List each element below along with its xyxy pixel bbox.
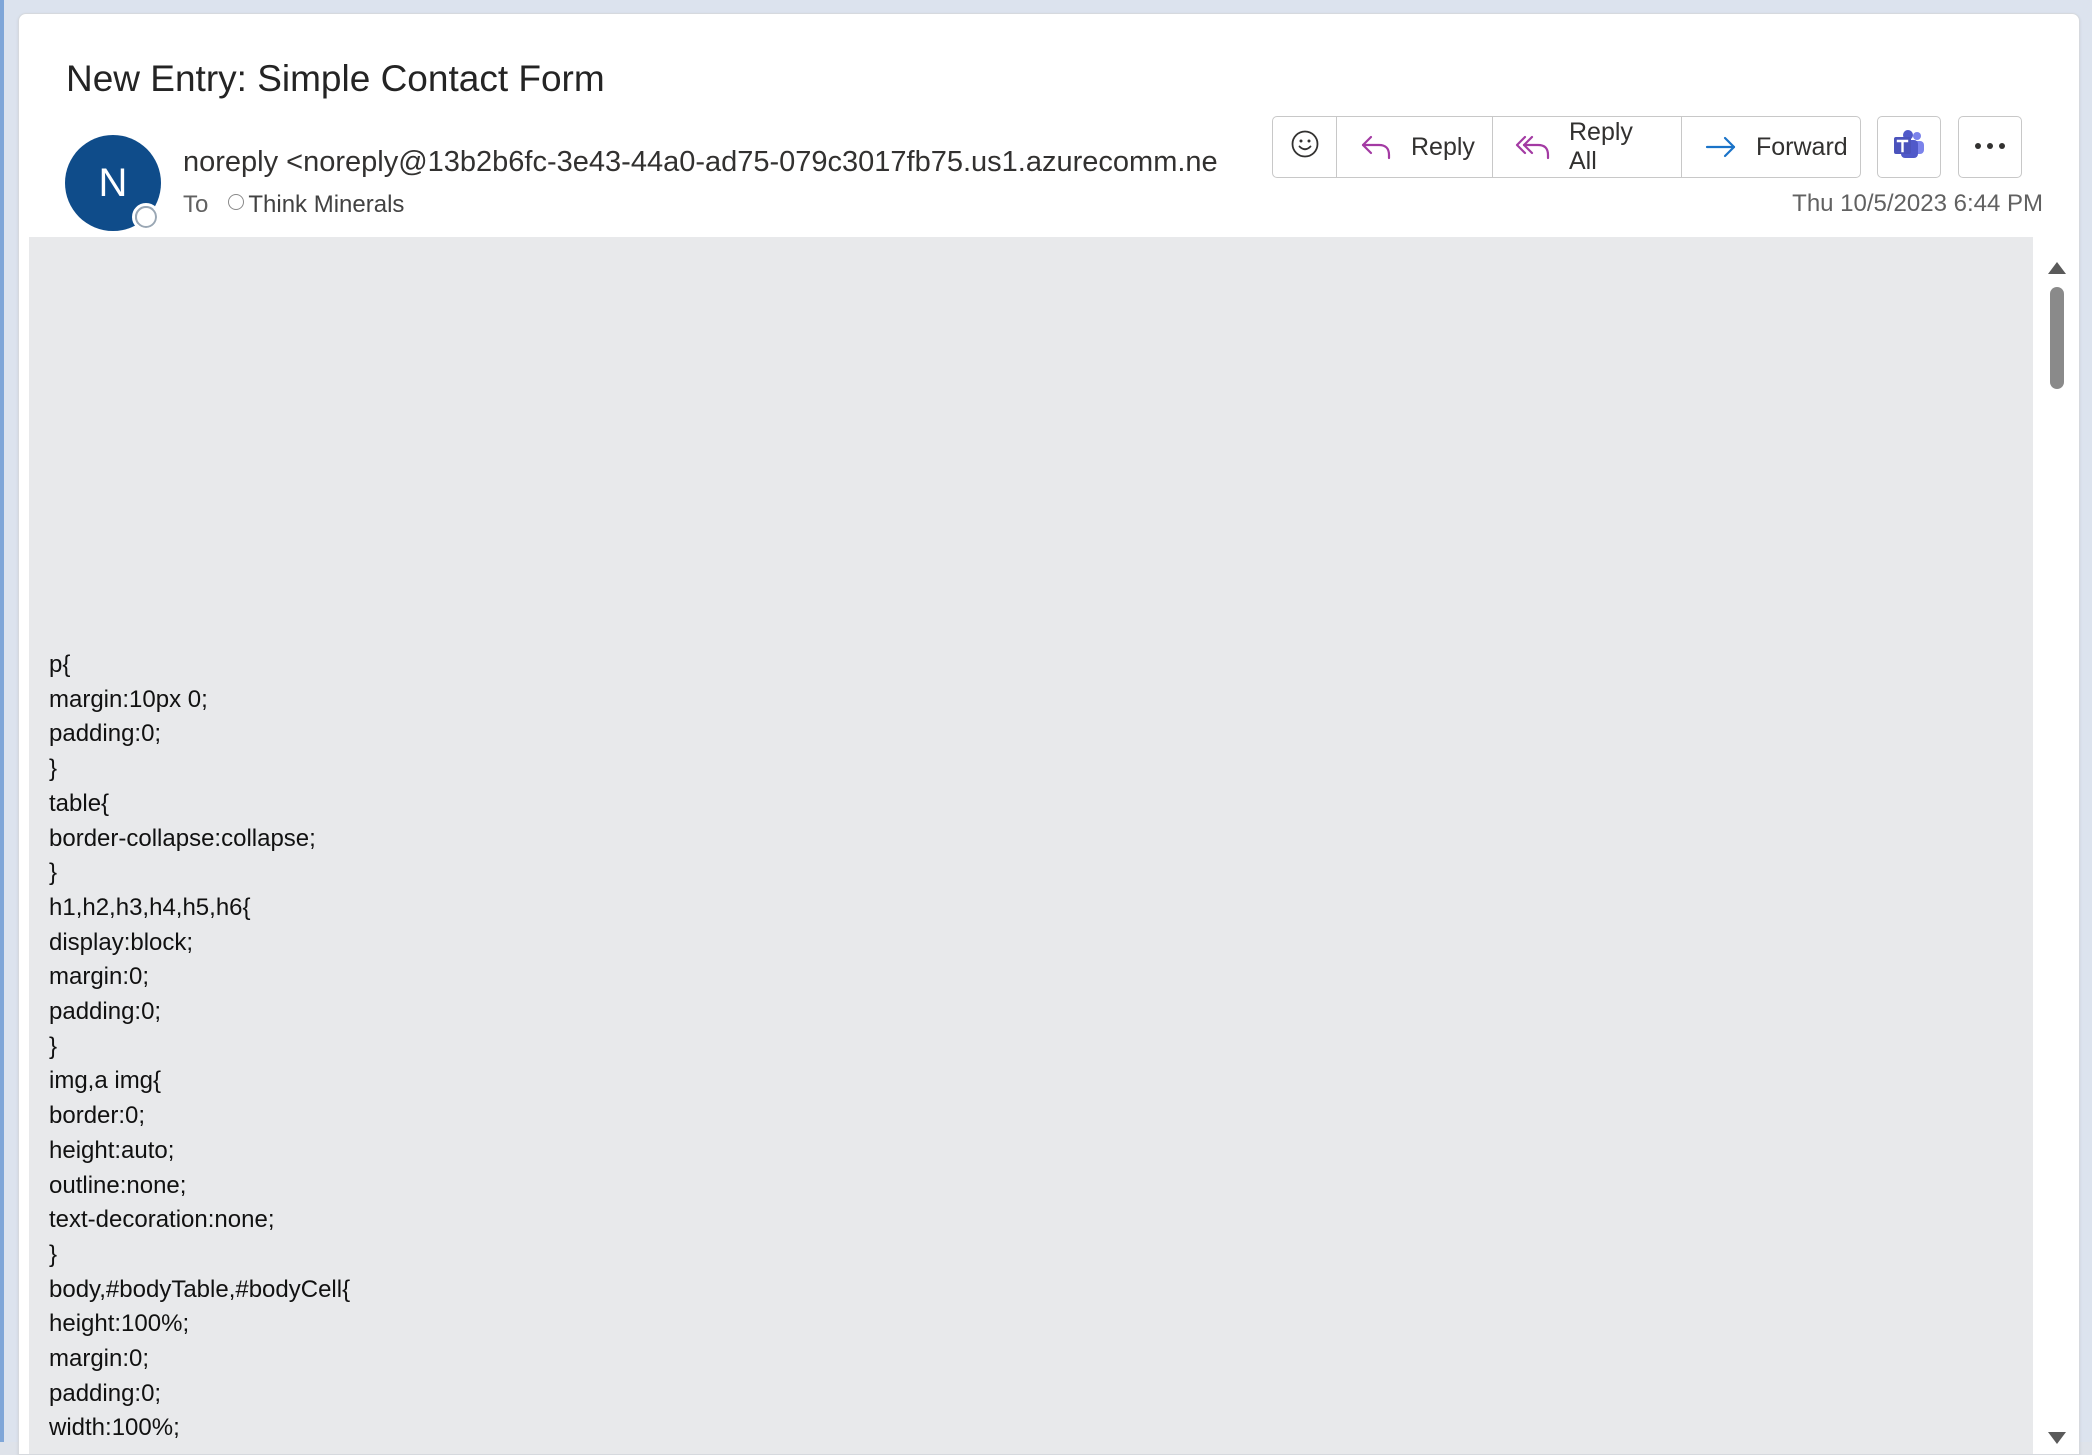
presence-status-icon <box>132 203 160 231</box>
body-line: img,a img{ <box>49 1067 162 1095</box>
message-actions-toolbar: Reply Reply All Forward <box>1272 116 1861 178</box>
body-line: width:100%; <box>49 1414 180 1442</box>
more-ellipsis-icon <box>1973 138 2007 156</box>
avatar-initial: N <box>98 160 128 205</box>
body-line: margin:10px 0; <box>49 685 208 713</box>
body-line: margin:0; <box>49 963 150 991</box>
reply-all-icon <box>1515 132 1551 162</box>
reply-icon <box>1359 132 1393 162</box>
body-line: } <box>49 755 58 783</box>
smiley-icon <box>1290 129 1320 166</box>
teams-share-button[interactable] <box>1877 116 1941 178</box>
forward-label: Forward <box>1756 132 1848 161</box>
body-line: h1,h2,h3,h4,h5,h6{ <box>49 893 251 921</box>
scroll-thumb[interactable] <box>2050 287 2064 389</box>
body-line: outline:none; <box>49 1171 187 1199</box>
reply-all-button[interactable]: Reply All <box>1493 117 1682 177</box>
window-edge <box>0 0 4 1442</box>
message-subject: New Entry: Simple Contact Form <box>66 58 605 99</box>
forward-button[interactable]: Forward <box>1682 117 1860 177</box>
body-line: table{ <box>49 789 110 817</box>
body-line: display:block; <box>49 928 194 956</box>
scroll-up-arrow-icon[interactable] <box>2048 262 2066 274</box>
message-body[interactable]: p{ margin:10px 0; padding:0;} table{ border-… <box>29 237 2033 1454</box>
body-line: padding:0; <box>49 1379 162 1407</box>
reply-all-label: Reply All <box>1569 118 1633 175</box>
teams-icon <box>1892 128 1926 167</box>
body-line: } <box>49 1032 58 1060</box>
to-label: To <box>183 191 209 218</box>
body-line: text-decoration:none; <box>49 1206 275 1234</box>
recipients-row: To Think Minerals <box>183 191 404 219</box>
recipient-presence-icon <box>228 194 245 210</box>
body-line: padding:0; <box>49 720 162 748</box>
reply-label: Reply <box>1411 132 1475 161</box>
forward-icon <box>1704 132 1738 162</box>
body-line: padding:0; <box>49 998 162 1026</box>
body-line: } <box>49 1240 58 1268</box>
body-line: border-collapse:collapse; <box>49 824 316 852</box>
body-line: body,#bodyTable,#bodyCell{ <box>49 1275 351 1303</box>
body-line: border:0; <box>49 1102 146 1130</box>
message-body-text: p{ margin:10px 0; padding:0;} table{ border-… <box>49 648 350 1446</box>
recipient-name[interactable]: Think Minerals <box>248 191 404 219</box>
body-line: height:100%; <box>49 1310 190 1338</box>
message-scrollbar[interactable] <box>2041 237 2071 1454</box>
reaction-button[interactable] <box>1273 117 1337 177</box>
body-line: p{ <box>49 651 71 678</box>
body-line: height:auto; <box>49 1136 175 1164</box>
reading-pane-window: New Entry: Simple Contact Form N noreply… <box>0 0 2092 1455</box>
message-timestamp: Thu 10/5/2023 6:44 PM <box>1792 190 2043 217</box>
message-card: New Entry: Simple Contact Form N noreply… <box>18 13 2080 1455</box>
more-actions-button[interactable] <box>1958 116 2022 178</box>
sender-address[interactable]: noreply <noreply@13b2b6fc-3e43-44a0-ad75… <box>183 146 1233 179</box>
body-line: margin:0; <box>49 1345 150 1373</box>
body-line: } <box>49 859 58 887</box>
reply-button[interactable]: Reply <box>1337 117 1493 177</box>
scroll-down-arrow-icon[interactable] <box>2048 1432 2066 1444</box>
